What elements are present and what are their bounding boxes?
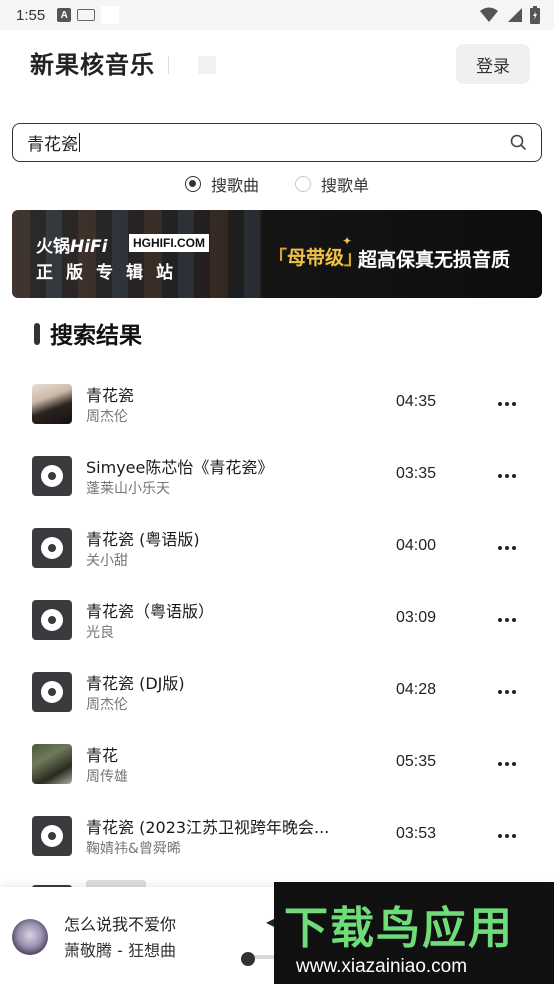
section-title: 搜索结果 <box>50 323 142 349</box>
radio-checked-icon <box>184 176 201 192</box>
app-header: 新果核音乐 登录 <box>0 30 554 98</box>
song-title: 青花瓷 (2023江苏卫视跨年晚会... <box>86 818 330 837</box>
song-artist: 周杰伦 <box>86 409 128 425</box>
more-options-icon[interactable] <box>494 756 520 772</box>
more-options-icon[interactable] <box>494 612 520 628</box>
song-row[interactable]: 青花瓷 (粤语版) 关小甜 04:00 <box>0 528 554 600</box>
blank-notification-icon <box>101 6 120 24</box>
section-accent-bar <box>34 323 40 345</box>
song-artist: 光良 <box>86 625 114 641</box>
song-title: 青花瓷 (粤语版) <box>86 530 200 549</box>
banner-brand-suffix: HiFi <box>70 237 108 257</box>
status-time: 1:55 <box>16 6 46 24</box>
watermark-url: www.xiazainiao.com <box>296 956 468 977</box>
disc-icon <box>32 456 72 496</box>
radio-label-playlists: 搜歌单 <box>321 176 370 195</box>
progress-knob[interactable] <box>241 952 255 966</box>
text-caret <box>79 133 80 152</box>
search-type-selector: 搜歌曲 搜歌单 <box>0 172 554 196</box>
system-status-icons <box>480 6 540 24</box>
banner-tagline: 超高保真无损音质 <box>358 249 511 271</box>
disc-icon <box>32 816 72 856</box>
song-duration: 03:35 <box>396 465 437 482</box>
search-input[interactable]: 青花瓷 <box>12 123 542 162</box>
banner-url-badge: HGHIFI.COM <box>129 234 209 252</box>
song-duration: 03:09 <box>396 609 437 626</box>
search-query-text: 青花瓷 <box>27 135 78 155</box>
song-duration: 05:35 <box>396 753 437 770</box>
song-row[interactable]: 青花瓷 (2023江苏卫视跨年晚会... 鞠婧祎&曾舜晞 03:53 <box>0 816 554 888</box>
more-options-icon[interactable] <box>494 540 520 556</box>
signal-icon <box>508 8 522 22</box>
wifi-icon <box>480 7 498 22</box>
disc-icon <box>32 528 72 568</box>
song-duration: 04:00 <box>396 537 437 554</box>
search-icon[interactable] <box>509 133 527 151</box>
song-title: 青花瓷（粤语版） <box>86 602 215 621</box>
logo-placeholder <box>198 56 216 74</box>
song-row[interactable]: Simyee陈芯怡《青花瓷》 蓬莱山小乐天 03:35 <box>0 456 554 528</box>
disc-icon <box>32 672 72 712</box>
now-playing-cover[interactable] <box>12 919 48 955</box>
keyboard-notification-icon <box>77 9 96 21</box>
song-title: Simyee陈芯怡《青花瓷》 <box>86 458 274 477</box>
login-button[interactable]: 登录 <box>456 44 530 84</box>
radio-search-playlists[interactable]: 搜歌单 <box>295 172 369 196</box>
watermark-overlay: 下载鸟应用 www.xiazainiao.com <box>274 882 554 984</box>
banner-brand-prefix: 火锅 <box>36 237 70 257</box>
radio-search-songs[interactable]: 搜歌曲 <box>184 172 259 196</box>
song-row[interactable]: 青花瓷（粤语版） 光良 03:09 <box>0 600 554 672</box>
album-cover <box>32 384 72 424</box>
song-title: 青花瓷 <box>86 386 135 405</box>
album-cover <box>32 744 72 784</box>
banner-tag-text: 母带级 <box>287 247 345 269</box>
song-duration: 04:28 <box>396 681 437 698</box>
more-options-icon[interactable] <box>494 396 520 412</box>
disc-icon <box>32 600 72 640</box>
song-artist: 关小甜 <box>86 553 128 569</box>
song-row[interactable]: 青花瓷 周杰伦 04:35 <box>0 384 554 456</box>
radio-label-songs: 搜歌曲 <box>210 176 259 195</box>
song-title: 青花瓷 (DJ版) <box>86 674 185 693</box>
sparkle-icon: ✦ <box>342 234 353 248</box>
title-divider <box>168 56 169 74</box>
song-artist: 蓬莱山小乐天 <box>86 481 170 497</box>
battery-icon <box>530 6 540 24</box>
song-row[interactable]: 青花 周传雄 05:35 <box>0 744 554 816</box>
song-artist: 鞠婧祎&曾舜晞 <box>86 841 181 857</box>
song-duration: 03:53 <box>396 825 437 842</box>
song-duration: 04:35 <box>396 393 437 410</box>
more-options-icon[interactable] <box>494 468 520 484</box>
more-options-icon[interactable] <box>494 828 520 844</box>
song-title: 青花 <box>86 746 119 765</box>
banner-subtitle: 正版专辑站 <box>36 263 186 283</box>
song-artist: 周杰伦 <box>86 697 128 713</box>
radio-unchecked-icon <box>295 176 311 192</box>
app-title: 新果核音乐 <box>30 51 155 79</box>
promo-banner[interactable]: 火锅HiFi HGHIFI.COM 正版专辑站 「母带级」 ✦ 超高保真无损音质 <box>12 210 542 298</box>
notification-icons: A <box>57 6 120 24</box>
accessibility-notification-icon: A <box>57 8 72 22</box>
status-bar: 1:55 A <box>0 0 554 30</box>
song-artist: 周传雄 <box>86 769 128 785</box>
song-row[interactable]: 青花瓷 (DJ版) 周杰伦 04:28 <box>0 672 554 744</box>
watermark-logo-text: 下载鸟应用 <box>284 903 514 954</box>
now-playing-title: 怎么说我不爱你 <box>64 915 177 934</box>
now-playing-artist: 萧敬腾 - 狂想曲 <box>64 941 176 960</box>
banner-brand: 火锅HiFi <box>36 232 108 257</box>
banner-tag-open-bracket: 「 <box>268 247 288 269</box>
more-options-icon[interactable] <box>494 684 520 700</box>
